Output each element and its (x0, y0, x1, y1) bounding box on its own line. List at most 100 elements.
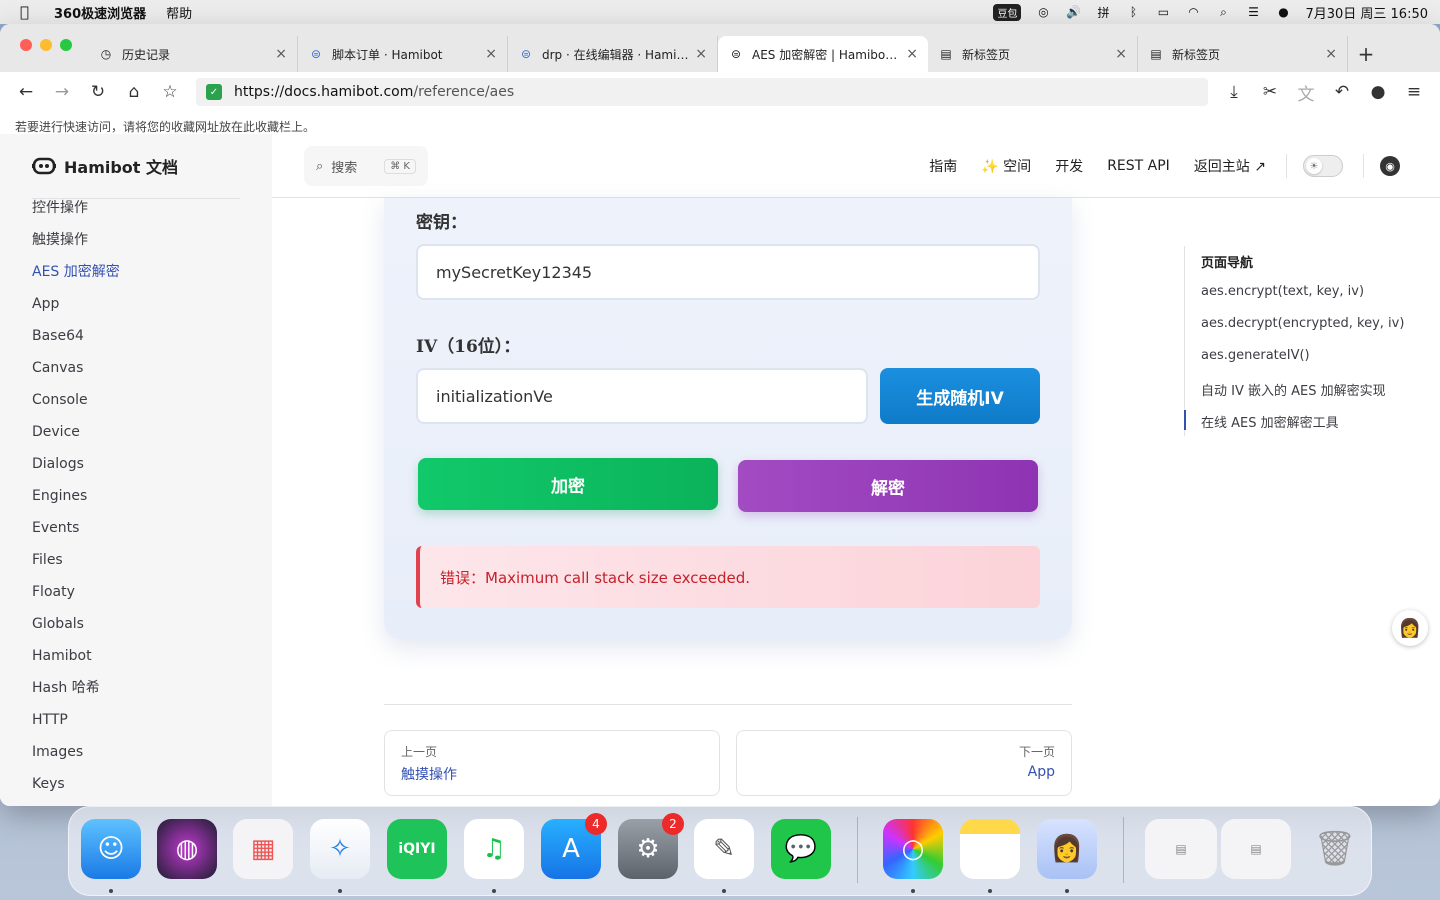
tab-history[interactable]: ◷ 历史记录 × (88, 36, 298, 72)
sidebar-item-active[interactable]: AES 加密解密 (32, 258, 120, 290)
minimize-window-button[interactable] (40, 39, 52, 51)
input-method-icon[interactable]: 拼 (1095, 5, 1111, 20)
menu-help[interactable]: 帮助 (166, 3, 192, 22)
notes-icon[interactable] (960, 819, 1020, 879)
recent-window-thumbnail-icon[interactable]: ▤ (1145, 819, 1217, 879)
nav-develop[interactable]: 开发 (1055, 156, 1083, 176)
trash-icon[interactable]: 🗑 (1305, 819, 1365, 879)
color-picker-icon[interactable]: ○ (883, 819, 943, 879)
search-button[interactable]: ⌕ 搜索 ⌘ K (304, 146, 428, 186)
close-icon[interactable]: × (485, 46, 497, 62)
tab-new-2[interactable]: ▤ 新标签页 × (1138, 36, 1348, 72)
nav-rest-api[interactable]: REST API (1107, 158, 1170, 174)
sidebar-item[interactable]: Base64 (32, 322, 120, 354)
menu-clock[interactable]: 7月30日 周三 16:50 (1305, 3, 1428, 22)
sidebar-item[interactable]: App (32, 290, 120, 322)
reload-icon[interactable]: ↻ (82, 78, 114, 106)
sidebar-item[interactable]: Device (32, 418, 120, 450)
nav-main-site[interactable]: 返回主站 ↗ (1194, 156, 1266, 176)
generate-iv-button[interactable]: 生成随机IV (880, 368, 1040, 424)
wechat-icon[interactable]: 💬 (771, 819, 831, 879)
sidebar-item[interactable]: Dialogs (32, 450, 120, 482)
theme-toggle[interactable]: ☀ (1303, 155, 1343, 177)
sidebar-item[interactable]: 控件操作 (32, 194, 120, 226)
prev-page-link[interactable]: 上一页 触摸操作 (384, 730, 720, 796)
close-icon[interactable]: × (1115, 46, 1127, 62)
doubao-icon[interactable]: 豆包 (993, 3, 1022, 21)
sidebar-item[interactable]: 触摸操作 (32, 226, 120, 258)
favorites-icon[interactable]: ☆ (154, 78, 186, 106)
safari-icon[interactable]: ✧ (310, 819, 370, 879)
recent-document-thumbnail-icon[interactable]: ▤ (1221, 819, 1291, 879)
iqiyi-icon[interactable]: iQIYI (387, 819, 447, 879)
color-wheel-icon[interactable]: ◎ (1035, 5, 1051, 19)
forward-icon[interactable]: → (46, 78, 78, 106)
iv-input[interactable]: initializationVe (416, 368, 868, 424)
sidebar-item[interactable]: Hamibot (32, 642, 120, 674)
close-icon[interactable]: × (906, 46, 918, 62)
siri-icon[interactable]: ◍ (157, 819, 217, 879)
outline-item[interactable]: aes.encrypt(text, key, iv) (1201, 284, 1404, 316)
spotlight-icon[interactable]: ⌕ (1215, 5, 1231, 19)
close-icon[interactable]: × (1325, 46, 1337, 62)
volume-icon[interactable]: 🔊 (1065, 5, 1081, 19)
sidebar-item[interactable]: Hash 哈希 (32, 674, 120, 706)
tab-aes-docs[interactable]: ⊜ AES 加密解密 | Hamibot … × (718, 36, 928, 72)
battery-icon[interactable]: ▭ (1155, 5, 1171, 19)
new-tab-button[interactable]: + (1348, 36, 1384, 72)
outline-item[interactable]: aes.generateIV() (1201, 348, 1404, 380)
avatar-app-icon[interactable]: 👩 (1037, 819, 1097, 879)
tab-script-orders[interactable]: ⊜ 脚本订单 · Hamibot × (298, 36, 508, 72)
home-icon[interactable]: ⌂ (118, 78, 150, 106)
close-window-button[interactable] (20, 39, 32, 51)
scissors-icon[interactable]: ✂ (1254, 78, 1286, 106)
sidebar-item[interactable]: Engines (32, 482, 120, 514)
decrypt-button[interactable]: 解密 (738, 460, 1038, 512)
github-icon[interactable]: ◉ (1380, 156, 1400, 176)
download-icon[interactable]: ⤓ (1218, 78, 1250, 106)
launchpad-icon[interactable]: ▦ (233, 819, 293, 879)
menu-app-name[interactable]: 360极速浏览器 (54, 3, 146, 22)
qq-music-icon[interactable]: ♫ (464, 819, 524, 879)
sidebar-item[interactable]: Images (32, 738, 120, 770)
sidebar-item[interactable]: Canvas (32, 354, 120, 386)
sidebar-item[interactable]: Events (32, 514, 120, 546)
site-logo[interactable]: Hamibot 文档 (32, 154, 178, 178)
nav-space[interactable]: ✨ 空间 (981, 156, 1031, 176)
sidebar-item[interactable]: Files (32, 546, 120, 578)
wifi-icon[interactable]: ◠ (1185, 5, 1201, 19)
control-center-icon[interactable]: ☰ (1245, 5, 1261, 19)
translate-icon[interactable]: 文 (1290, 78, 1322, 106)
outline-item[interactable]: 自动 IV 嵌入的 AES 加解密实现 (1201, 380, 1404, 412)
key-input[interactable]: mySecretKey12345 (416, 244, 1040, 300)
siri-icon[interactable]: ● (1275, 5, 1291, 19)
floating-avatar-icon[interactable]: 👩 (1392, 610, 1428, 646)
close-icon[interactable]: × (275, 46, 287, 62)
sidebar-item[interactable]: Floaty (32, 578, 120, 610)
finder-icon[interactable]: ☺ (81, 819, 141, 879)
sidebar-item[interactable]: Keys (32, 770, 120, 802)
sidebar-item[interactable]: Globals (32, 610, 120, 642)
back-icon[interactable]: ← (10, 78, 42, 106)
system-settings-icon[interactable]: ⚙ 2 (618, 813, 684, 879)
outline-item[interactable]: aes.decrypt(encrypted, key, iv) (1201, 316, 1404, 348)
app-store-icon[interactable]: A 4 (541, 813, 607, 879)
sidebar-item[interactable]: Console (32, 386, 120, 418)
tab-new-1[interactable]: ▤ 新标签页 × (928, 36, 1138, 72)
outline-item-active[interactable]: 在线 AES 加密解密工具 (1201, 412, 1404, 444)
next-page-link[interactable]: 下一页 App (736, 730, 1072, 796)
nav-guide[interactable]: 指南 (929, 156, 957, 176)
account-icon[interactable]: ● (1362, 78, 1394, 106)
textedit-icon[interactable]: ✎ (694, 819, 754, 879)
url-field[interactable]: ✓ https://docs.hamibot.com /reference/ae… (196, 78, 1208, 106)
tab-online-editor[interactable]: ⊜ drp · 在线编辑器 · Hami… × (508, 36, 718, 72)
zoom-window-button[interactable] (60, 39, 72, 51)
secure-shield-icon[interactable]: ✓ (206, 84, 222, 100)
undo-icon[interactable]: ↶ (1326, 78, 1358, 106)
menu-icon[interactable]: ≡ (1398, 78, 1430, 106)
sidebar-item[interactable]: HTTP (32, 706, 120, 738)
encrypt-button[interactable]: 加密 (418, 458, 718, 510)
bluetooth-icon[interactable]: ᛒ (1125, 5, 1141, 19)
close-icon[interactable]: × (695, 46, 707, 62)
apple-icon[interactable]:  (20, 3, 42, 21)
